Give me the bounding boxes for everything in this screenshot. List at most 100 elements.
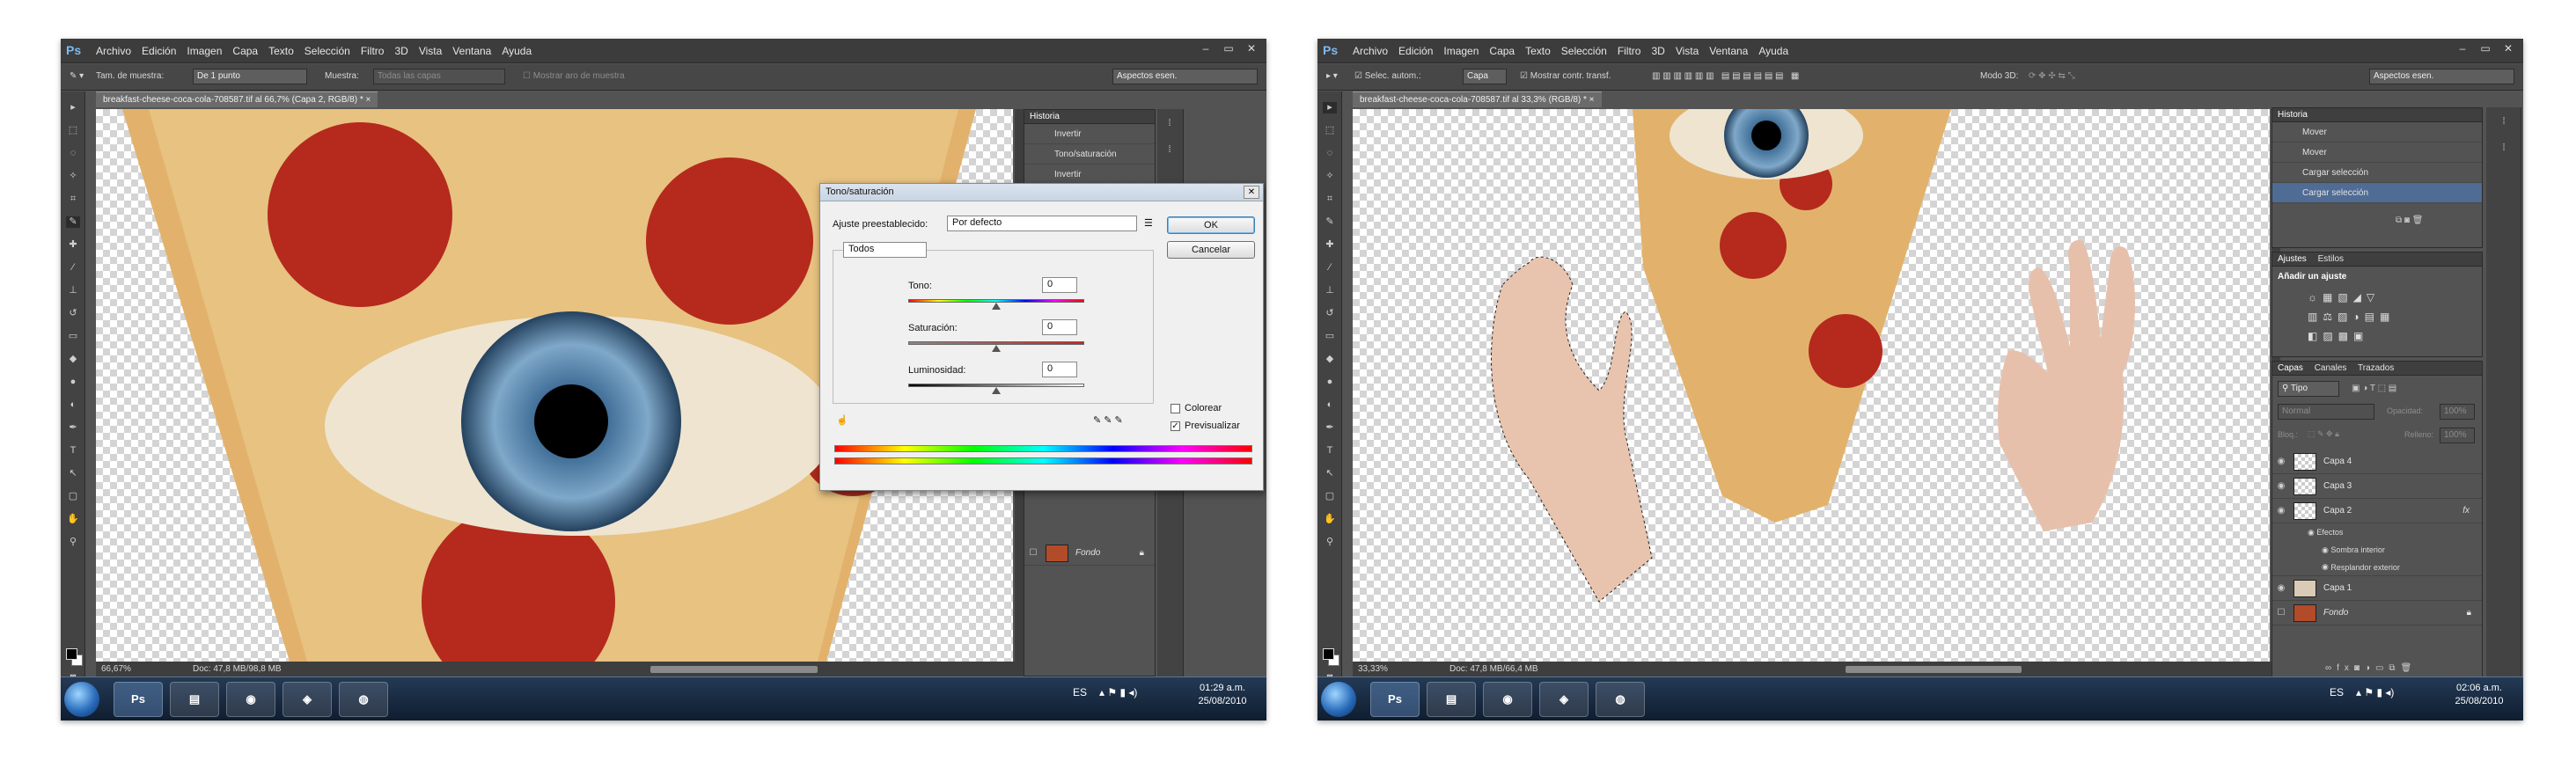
maximize-icon[interactable]: ▭ bbox=[2477, 42, 2493, 55]
panel-dock-icon[interactable]: ⁞ bbox=[2497, 143, 2511, 154]
preset-select[interactable]: Por defecto bbox=[947, 216, 1137, 231]
history-item[interactable]: Invertir bbox=[1024, 165, 1155, 185]
panel-dock-icon[interactable]: ⁞ bbox=[2497, 116, 2511, 128]
type-tool-icon[interactable]: T bbox=[1323, 445, 1337, 457]
bucket-tool-icon[interactable]: ◆ bbox=[1323, 354, 1337, 365]
marquee-tool-icon[interactable]: ⬚ bbox=[66, 125, 80, 136]
minimize-icon[interactable]: – bbox=[2455, 42, 2470, 55]
pen-tool-icon[interactable]: ✒ bbox=[66, 422, 80, 434]
workspace-select[interactable]: Aspectos esen. bbox=[1112, 69, 1258, 84]
foreground-color-swatch[interactable] bbox=[1323, 648, 1334, 660]
styles-tab[interactable]: Estilos bbox=[2318, 254, 2344, 264]
hand-tool-icon[interactable]: ✋ bbox=[66, 514, 80, 525]
auto-select-target[interactable]: Capa bbox=[1463, 69, 1507, 84]
crop-tool-icon[interactable]: ⌗ bbox=[66, 194, 80, 205]
workspace-select[interactable]: Aspectos esen. bbox=[2369, 69, 2514, 84]
colorize-checkbox[interactable] bbox=[1171, 404, 1180, 413]
minimize-icon[interactable]: – bbox=[1198, 42, 1214, 55]
menu-texto[interactable]: Texto bbox=[1525, 45, 1551, 57]
blend-mode-select[interactable]: Normal bbox=[2278, 404, 2374, 420]
history-item[interactable]: Mover bbox=[2272, 143, 2482, 163]
menu-edicion[interactable]: Edición bbox=[142, 45, 176, 57]
paint-task-icon[interactable]: ◉ bbox=[1483, 682, 1532, 717]
layer-row[interactable]: ◉ Capa 4 bbox=[2272, 450, 2482, 474]
crop-tool-icon[interactable]: ⌗ bbox=[1323, 194, 1337, 205]
hand-tool-icon[interactable]: ✋ bbox=[1323, 514, 1337, 525]
clock[interactable]: 01:29 a.m. 25/08/2010 bbox=[1187, 682, 1258, 708]
blur-tool-icon[interactable]: ● bbox=[1323, 377, 1337, 388]
path-select-icon[interactable]: ↖ bbox=[66, 468, 80, 479]
path-select-icon[interactable]: ↖ bbox=[1323, 468, 1337, 479]
menu-imagen[interactable]: Imagen bbox=[1443, 45, 1479, 57]
close-icon[interactable]: ✕ bbox=[1244, 42, 1259, 55]
cancel-button[interactable]: Cancelar bbox=[1167, 241, 1255, 259]
history-brush-icon[interactable]: ↺ bbox=[66, 308, 80, 319]
document-tab[interactable]: breakfast-cheese-coca-cola-708587.tif al… bbox=[96, 91, 378, 107]
channel-select[interactable]: Todos bbox=[843, 242, 927, 258]
history-item[interactable]: Invertir bbox=[1024, 124, 1155, 144]
layer-effects-icon[interactable]: fx bbox=[2462, 506, 2470, 516]
language-indicator[interactable]: ES bbox=[2330, 686, 2344, 699]
mode-3d-icons[interactable]: ⟳ ✥ ✣ ⇆ ⤡ bbox=[2029, 71, 2075, 81]
align-icons[interactable]: ▥ ▥ ▥ ▥ ▥ ▥ ▤ ▤ ▤ ▤ ▤ ▤ ▦ bbox=[1652, 71, 1799, 81]
eyedropper-tool-icon[interactable]: ✎ bbox=[66, 216, 80, 228]
menu-vista[interactable]: Vista bbox=[1676, 45, 1699, 57]
menu-ayuda[interactable]: Ayuda bbox=[1758, 45, 1788, 57]
menu-ayuda[interactable]: Ayuda bbox=[502, 45, 532, 57]
layer-filter-icons[interactable]: ▣ ◑ T ⬚ ▤ bbox=[2352, 384, 2396, 393]
panel-dock-icon[interactable]: ⁞ bbox=[1163, 144, 1177, 156]
visibility-eye-icon[interactable]: ◉ bbox=[2272, 583, 2290, 593]
menu-capa[interactable]: Capa bbox=[232, 45, 258, 57]
move-tool-icon[interactable]: ▸ ▾ bbox=[1326, 71, 1338, 81]
marquee-tool-icon[interactable]: ⬚ bbox=[1323, 125, 1337, 136]
zoom-level[interactable]: 66,67% bbox=[101, 664, 131, 674]
paths-tab[interactable]: Trazados bbox=[2358, 363, 2394, 373]
panel-dock-icon[interactable]: ⁞ bbox=[1163, 118, 1177, 129]
type-tool-icon[interactable]: T bbox=[66, 445, 80, 457]
effect-row[interactable]: ◉ Sombra interior bbox=[2272, 541, 2482, 559]
menu-seleccion[interactable]: Selección bbox=[305, 45, 350, 57]
opacity-input[interactable]: 100% bbox=[2440, 404, 2475, 420]
shape-tool-icon[interactable]: ▢ bbox=[1323, 491, 1337, 502]
bucket-tool-icon[interactable]: ◆ bbox=[66, 354, 80, 365]
start-button[interactable] bbox=[64, 682, 99, 717]
visibility-eye-icon[interactable]: ◉ bbox=[2272, 506, 2290, 516]
healing-tool-icon[interactable]: ✚ bbox=[66, 239, 80, 251]
menu-capa[interactable]: Capa bbox=[1489, 45, 1515, 57]
eyedropper-icon[interactable]: ✎ ▾ bbox=[70, 71, 84, 81]
menu-edicion[interactable]: Edición bbox=[1398, 45, 1433, 57]
history-item-selected[interactable]: Cargar selección bbox=[2272, 183, 2482, 203]
menu-archivo[interactable]: Archivo bbox=[96, 45, 131, 57]
move-tool-icon[interactable]: ▸ bbox=[1323, 102, 1337, 113]
layer-row[interactable]: ◉ Capa 1 bbox=[2272, 576, 2482, 601]
lasso-tool-icon[interactable]: ◌ bbox=[66, 148, 80, 159]
menu-filtro[interactable]: Filtro bbox=[1618, 45, 1641, 57]
document-tab[interactable]: breakfast-cheese-coca-cola-708587.tif al… bbox=[1353, 91, 1602, 107]
menu-seleccion[interactable]: Selección bbox=[1561, 45, 1607, 57]
history-tab[interactable]: Historia bbox=[2278, 110, 2308, 120]
auto-select-checkbox[interactable]: ☑ Selec. autom.: bbox=[1354, 71, 1421, 81]
canvas[interactable] bbox=[1353, 109, 2270, 662]
eraser-tool-icon[interactable]: ▭ bbox=[1323, 331, 1337, 342]
lasso-tool-icon[interactable]: ◌ bbox=[1323, 148, 1337, 159]
history-tab[interactable]: Historia bbox=[1030, 112, 1060, 121]
layer-row[interactable]: ◉ Capa 2 fx bbox=[2272, 499, 2482, 523]
sample-select[interactable]: Todas las capas bbox=[373, 69, 505, 84]
adjustment-icons[interactable]: ☼▦▧◢▽ ▥⚖▨◑▤▦ ◧▨▩▣ bbox=[2308, 288, 2395, 346]
stamp-tool-icon[interactable]: ⊥ bbox=[1323, 285, 1337, 296]
disc-task-icon[interactable]: ◍ bbox=[1596, 682, 1645, 717]
visibility-icon[interactable]: ☐ bbox=[2272, 608, 2290, 618]
eraser-tool-icon[interactable]: ▭ bbox=[66, 331, 80, 342]
brush-tool-icon[interactable]: ⁄ bbox=[66, 262, 80, 274]
effects-eye-icon[interactable]: ◉ bbox=[2308, 528, 2316, 538]
stamp-tool-icon[interactable]: ⊥ bbox=[66, 285, 80, 296]
language-indicator[interactable]: ES bbox=[1073, 686, 1087, 699]
effect-eye-icon[interactable]: ◉ bbox=[2322, 545, 2330, 555]
layers-actions-icons[interactable]: ∞fx◙◑▭⧉🗑︎ bbox=[2325, 663, 2417, 673]
effect-eye-icon[interactable]: ◉ bbox=[2322, 562, 2330, 572]
effect-row[interactable]: ◉ Resplandor exterior bbox=[2272, 559, 2482, 576]
horizontal-scrollbar[interactable] bbox=[650, 666, 818, 673]
menu-texto[interactable]: Texto bbox=[268, 45, 294, 57]
visibility-eye-icon[interactable]: ◉ bbox=[2272, 481, 2290, 491]
saturation-input[interactable]: 0 bbox=[1042, 319, 1077, 335]
